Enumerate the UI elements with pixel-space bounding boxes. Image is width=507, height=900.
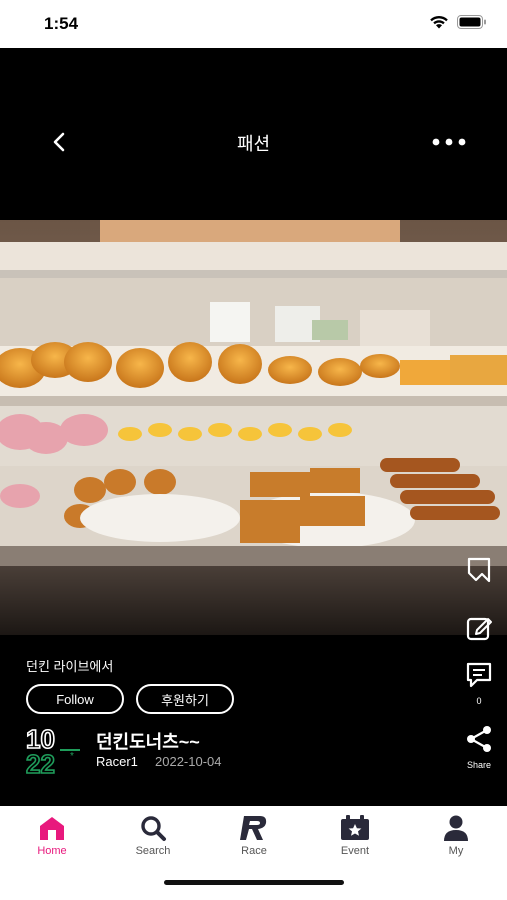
search-icon bbox=[141, 816, 166, 841]
follow-button[interactable]: Follow bbox=[26, 684, 124, 714]
tab-label: Event bbox=[340, 845, 370, 857]
share-label: Share bbox=[466, 760, 492, 770]
status-icons bbox=[429, 15, 487, 29]
avatar[interactable]: 10 22 * bbox=[24, 723, 84, 780]
home-indicator bbox=[164, 880, 344, 885]
status-bar: 1:54 bbox=[0, 0, 507, 48]
top-bar: 패션 bbox=[0, 48, 507, 220]
bookmark-button[interactable] bbox=[459, 555, 499, 590]
svg-text:*: * bbox=[70, 751, 74, 762]
bookmark-icon bbox=[467, 557, 491, 583]
tab-label: My bbox=[448, 845, 464, 857]
tab-home[interactable]: Home bbox=[17, 814, 87, 857]
status-time: 1:54 bbox=[44, 14, 79, 33]
battery-icon bbox=[457, 15, 487, 29]
comment-count: 0 bbox=[476, 696, 482, 706]
edit-button[interactable] bbox=[459, 613, 499, 648]
post-date: 2022-10-04 bbox=[155, 754, 222, 769]
avatar-logo: 10 22 * bbox=[25, 723, 80, 780]
post-caption: 던킨 라이브에서 bbox=[26, 659, 114, 674]
support-button[interactable]: 후원하기 bbox=[136, 684, 234, 714]
post-photo[interactable] bbox=[0, 220, 507, 635]
share-button[interactable]: Share bbox=[459, 725, 499, 770]
bottom-tab-bar: Home Search Race Event My bbox=[0, 806, 507, 900]
comment-icon bbox=[466, 662, 492, 688]
home-icon bbox=[40, 817, 64, 840]
share-icon bbox=[467, 726, 491, 752]
post-title: 던킨도너츠~~ bbox=[96, 732, 200, 752]
tab-label: Search bbox=[135, 845, 171, 857]
tab-label: Race bbox=[241, 845, 267, 857]
wifi-icon bbox=[429, 15, 449, 29]
tab-event[interactable]: Event bbox=[320, 814, 390, 857]
comment-button[interactable]: 0 bbox=[459, 661, 499, 706]
more-dots-icon bbox=[432, 138, 466, 146]
tab-label: Home bbox=[37, 845, 67, 857]
event-icon bbox=[341, 815, 369, 840]
person-icon bbox=[444, 815, 468, 841]
tab-search[interactable]: Search bbox=[118, 814, 188, 857]
more-options-button[interactable] bbox=[431, 132, 467, 152]
svg-text:22: 22 bbox=[26, 749, 55, 776]
post-username[interactable]: Racer1 bbox=[96, 754, 138, 769]
tab-race[interactable]: Race bbox=[219, 814, 289, 857]
bakery-display-photo bbox=[0, 220, 507, 635]
tab-my[interactable]: My bbox=[421, 814, 491, 857]
race-icon bbox=[240, 816, 267, 840]
edit-icon bbox=[466, 617, 492, 641]
